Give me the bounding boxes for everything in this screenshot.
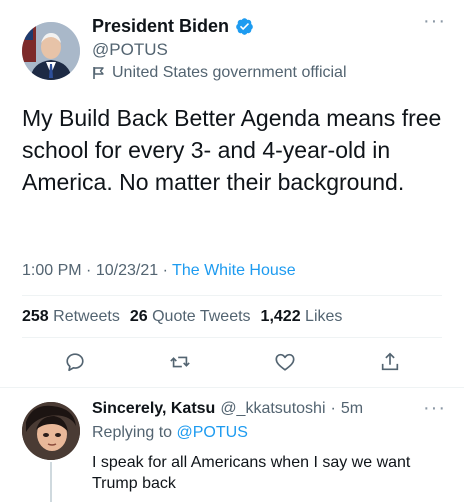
share-icon (381, 352, 398, 371)
tweet-date[interactable]: 10/23/21 (96, 262, 158, 279)
reply-display-name[interactable]: Sincerely, Katsu (92, 400, 215, 418)
reply-header: Sincerely, Katsu @_kkatsutoshi · 5m (92, 400, 363, 418)
thread-line (50, 462, 52, 502)
likes-label: Likes (305, 308, 343, 325)
quotes-label: Quote Tweets (152, 308, 251, 325)
reply-avatar[interactable] (22, 402, 80, 460)
reply-text: I speak for all Americans when I say we … (92, 454, 411, 492)
divider (22, 337, 442, 338)
reply-time[interactable]: 5m (341, 400, 363, 418)
tweet-time[interactable]: 1:00 PM (22, 262, 82, 279)
meta-separator: · (86, 262, 92, 279)
divider (0, 387, 464, 388)
retweet-icon (169, 356, 190, 368)
tweet-stats: 258 Retweets 26 Quote Tweets 1,422 Likes (22, 308, 342, 326)
divider (22, 295, 442, 296)
author-name-row: President Biden (92, 16, 254, 37)
replying-to: Replying to @POTUS (92, 424, 248, 442)
verified-badge-icon (236, 18, 253, 35)
tweet-meta: 1:00 PM · 10/23/21 · The White House (22, 262, 296, 280)
replying-to-prefix: Replying to (92, 424, 173, 441)
reply-handle[interactable]: @_kkatsutoshi (220, 400, 325, 418)
flag-icon (93, 67, 104, 79)
likes-count: 1,422 (260, 308, 301, 325)
quotes-count: 26 (129, 308, 148, 325)
retweets-label: Retweets (53, 308, 120, 325)
quote-tweets-stat[interactable]: 26 Quote Tweets (130, 308, 251, 326)
tweet-text: My Build Back Better Agenda means free s… (22, 105, 442, 195)
retweet-button[interactable] (168, 350, 192, 374)
retweets-stat[interactable]: 258 Retweets (22, 308, 120, 326)
tweet-source-link[interactable]: The White House (172, 262, 296, 279)
account-label[interactable]: United States government official (92, 64, 347, 82)
meta-separator: · (162, 262, 168, 279)
like-icon (274, 353, 295, 371)
author-display-name[interactable]: President Biden (92, 16, 229, 37)
retweets-count: 258 (22, 308, 49, 325)
like-button[interactable] (273, 350, 297, 374)
author-handle[interactable]: @POTUS (92, 40, 168, 60)
account-label-text: United States government official (112, 64, 347, 81)
more-options-icon[interactable]: ··· (423, 398, 446, 418)
reply-icon (65, 353, 84, 372)
avatar[interactable] (22, 22, 80, 80)
reply-separator: · (330, 400, 336, 417)
more-options-icon[interactable]: ··· (423, 11, 446, 31)
share-button[interactable] (378, 350, 402, 374)
replying-to-mention[interactable]: @POTUS (177, 424, 248, 441)
likes-stat[interactable]: 1,422 Likes (261, 308, 343, 326)
tweet-actions (22, 350, 442, 374)
reply-button[interactable] (63, 350, 87, 374)
